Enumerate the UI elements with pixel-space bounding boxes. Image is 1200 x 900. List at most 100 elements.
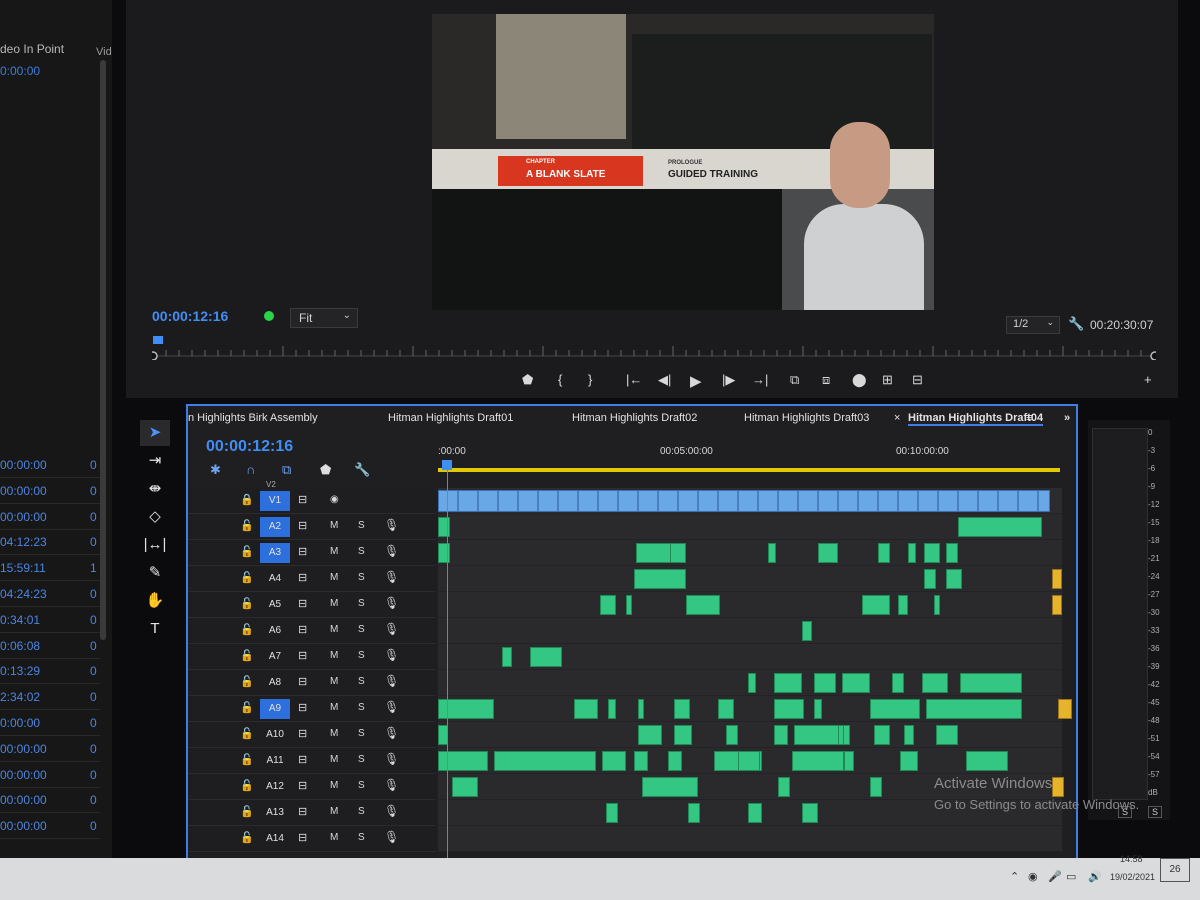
audio-clip[interactable]	[638, 725, 662, 745]
audio-clip[interactable]	[634, 751, 648, 771]
lock-icon[interactable]: 🔓	[240, 571, 254, 584]
mute-button[interactable]: M	[330, 572, 338, 583]
track-lane[interactable]	[438, 514, 1062, 540]
audio-clip[interactable]	[438, 517, 450, 537]
track-lane[interactable]	[438, 826, 1062, 852]
ripple-edit-tool-icon[interactable]: ⇼	[140, 476, 170, 502]
track-lane[interactable]	[438, 670, 1062, 696]
track-target[interactable]: A10	[260, 725, 290, 745]
tab-menu-icon[interactable]: ≡	[1026, 412, 1032, 424]
audio-clip[interactable]	[1052, 569, 1062, 589]
audio-clip[interactable]	[738, 751, 760, 771]
audio-clip[interactable]	[966, 751, 1008, 771]
audio-clip[interactable]	[774, 673, 802, 693]
solo-button[interactable]: S	[358, 520, 365, 531]
mute-button[interactable]: M	[330, 754, 338, 765]
audio-clip[interactable]	[844, 751, 854, 771]
solo-button[interactable]: S	[358, 728, 365, 739]
toggle-sync-icon[interactable]: ⊟	[298, 831, 307, 844]
tray-app-icon[interactable]: ◉	[1028, 870, 1038, 883]
tab-draft03[interactable]: Hitman Highlights Draft03	[744, 412, 869, 424]
microphone-icon[interactable]: 🎙	[384, 544, 399, 558]
audio-clip[interactable]	[802, 621, 812, 641]
track-lane[interactable]	[438, 644, 1062, 670]
mute-button[interactable]: M	[330, 806, 338, 817]
audio-clip[interactable]	[626, 595, 632, 615]
track-target[interactable]: A3	[260, 543, 290, 563]
project-list-row[interactable]: 04:12:23 0	[0, 529, 100, 556]
audio-clip[interactable]	[670, 543, 686, 563]
solo-button[interactable]: S	[358, 650, 365, 661]
audio-clip[interactable]	[1052, 595, 1062, 615]
track-lane[interactable]	[438, 618, 1062, 644]
audio-clip[interactable]	[926, 699, 1022, 719]
audio-clip[interactable]	[900, 751, 918, 771]
timeline-current-timecode[interactable]: 00:00:12:16	[206, 438, 293, 456]
track-lane[interactable]	[438, 696, 1072, 722]
hand-tool-icon[interactable]: ✋	[140, 588, 170, 614]
resolution-select[interactable]: 1/2 ⌄	[1006, 316, 1060, 334]
audio-clip[interactable]	[878, 543, 890, 563]
microphone-icon[interactable]: 🎙	[384, 648, 399, 662]
audio-clip[interactable]	[748, 673, 756, 693]
slip-tool-icon[interactable]: |↔|	[140, 532, 170, 558]
track-target[interactable]: A5	[260, 595, 290, 615]
solo-button[interactable]: S	[358, 546, 365, 557]
step-back-button[interactable]: ◀|	[658, 372, 671, 388]
audio-clip[interactable]	[934, 595, 940, 615]
work-area-bar[interactable]	[438, 468, 1060, 472]
mark-in-button[interactable]: {	[558, 372, 562, 387]
lift-button[interactable]: ⧉	[790, 372, 799, 388]
nest-toggle-icon[interactable]: ✱	[210, 462, 221, 478]
mark-out-button[interactable]: }	[588, 372, 592, 387]
toggle-sync-icon[interactable]: ⊟	[298, 779, 307, 792]
zoom-select[interactable]: Fit ⌄	[290, 308, 358, 328]
audio-clip[interactable]	[674, 699, 690, 719]
snap-magnet-icon[interactable]: ∩	[246, 462, 255, 477]
project-list-row[interactable]: 2:34:02 0	[0, 684, 100, 711]
project-list-row[interactable]: 00:00:00 0	[0, 787, 100, 814]
audio-clip[interactable]	[898, 595, 908, 615]
track-lane[interactable]	[438, 748, 1062, 774]
audio-clip[interactable]	[946, 543, 958, 563]
audio-clip[interactable]	[904, 725, 914, 745]
lock-icon[interactable]: 🔓	[240, 727, 254, 740]
solo-button[interactable]: S	[358, 780, 365, 791]
audio-clip[interactable]	[634, 569, 686, 589]
microphone-icon[interactable]: 🎤	[1048, 870, 1062, 883]
panel-overflow-icon[interactable]: »	[1064, 412, 1070, 424]
microphone-icon[interactable]: 🎙	[384, 570, 399, 584]
tab-birk-assembly[interactable]: n Highlights Birk Assembly	[188, 412, 318, 424]
audio-clip[interactable]	[838, 725, 844, 745]
audio-clip[interactable]	[870, 699, 920, 719]
lock-icon[interactable]: 🔓	[240, 753, 254, 766]
audio-clip[interactable]	[608, 699, 616, 719]
project-list-row[interactable]: 00:00:00 0	[0, 813, 100, 840]
audio-clip[interactable]	[642, 777, 698, 797]
razor-tool-icon[interactable]: ◇	[140, 504, 170, 530]
audio-clip[interactable]	[874, 725, 890, 745]
mute-button[interactable]: M	[330, 728, 338, 739]
microphone-icon[interactable]: 🎙	[384, 700, 399, 714]
lock-icon[interactable]: 🔓	[240, 519, 254, 532]
microphone-icon[interactable]: 🎙	[384, 778, 399, 792]
audio-clip[interactable]	[818, 543, 838, 563]
video-clip[interactable]	[438, 490, 1050, 512]
meter-solo-right[interactable]: S	[1148, 806, 1163, 818]
mute-button[interactable]: M	[330, 650, 338, 661]
go-to-out-button[interactable]: →|	[752, 372, 768, 387]
tab-draft01[interactable]: Hitman Highlights Draft01	[388, 412, 513, 424]
solo-button[interactable]: S	[358, 676, 365, 687]
audio-clip[interactable]	[494, 751, 596, 771]
audio-clip[interactable]	[924, 543, 940, 563]
microphone-icon[interactable]: 🎙	[384, 518, 399, 532]
toggle-sync-icon[interactable]: ⊟	[298, 623, 307, 636]
mute-button[interactable]: M	[330, 520, 338, 531]
audio-clip[interactable]	[452, 777, 478, 797]
mute-button[interactable]: M	[330, 676, 338, 687]
project-list-row[interactable]: 0:00:00 0	[0, 710, 100, 736]
type-tool-icon[interactable]: T	[140, 616, 170, 642]
audio-clip[interactable]	[960, 673, 1022, 693]
project-list-row[interactable]: 00:00:00 0	[0, 736, 100, 762]
track-target[interactable]: A8	[260, 673, 290, 693]
